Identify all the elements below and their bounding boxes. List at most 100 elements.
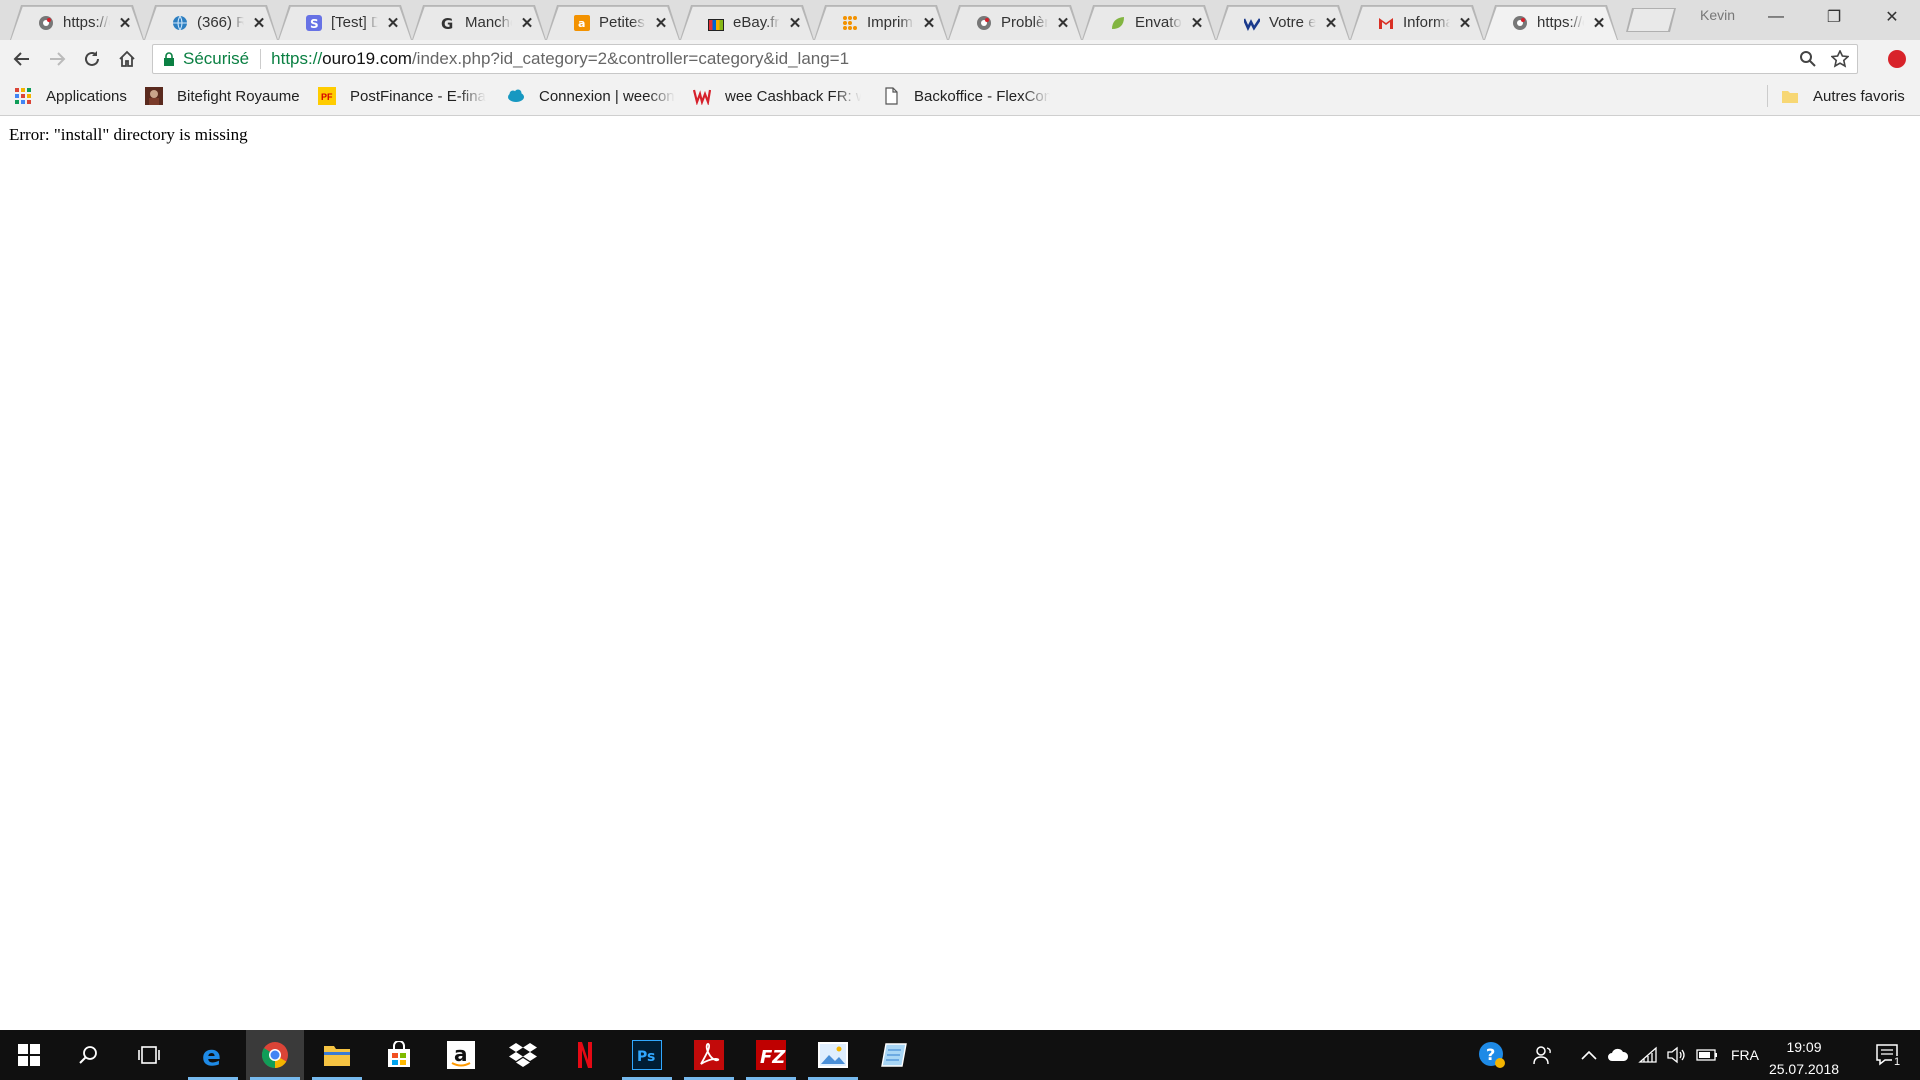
home-icon [119, 50, 135, 67]
clock-date: 25.07.2018 [1768, 1061, 1840, 1077]
browser-tab[interactable]: a Petites annonces ✕ [546, 5, 680, 40]
search-icon [79, 1046, 97, 1064]
browser-tab[interactable]: (366) Route ✕ [144, 5, 278, 40]
bookmark-star-icon[interactable] [1831, 50, 1849, 68]
tab-title: Informations [1403, 14, 1450, 31]
people-button[interactable] [1528, 1030, 1558, 1080]
browser-tab[interactable]: https://ouro19.com ✕ [10, 5, 144, 40]
edge-icon: e [202, 1041, 221, 1069]
store-app[interactable] [370, 1030, 428, 1080]
other-bookmarks-label: Autres favoris [1813, 87, 1905, 105]
back-button[interactable] [11, 48, 33, 70]
tab-close-icon[interactable]: ✕ [1056, 15, 1070, 32]
browser-toolbar: Sécurisé https://ouro19.com/index.php?id… [0, 40, 1920, 77]
file-explorer-app[interactable] [308, 1030, 366, 1080]
close-window-button[interactable]: ✕ [1868, 0, 1916, 34]
help-question-icon: ? [1479, 1042, 1505, 1068]
svg-text:PF: PF [321, 92, 333, 102]
minimize-button[interactable]: — [1752, 0, 1800, 34]
tab-close-icon[interactable]: ✕ [118, 15, 132, 32]
tab-strip: https://ouro19.com ✕ (366) Route ✕ S [Test] D… [0, 0, 1920, 40]
bookmark-weeconnect[interactable]: Connexion | weeconnect [507, 86, 675, 106]
task-view-button[interactable] [120, 1030, 178, 1080]
action-center-button[interactable]: 1 [1864, 1030, 1910, 1080]
tab-close-icon[interactable]: ✕ [922, 15, 936, 32]
battery-tray[interactable] [1693, 1030, 1721, 1080]
help-tray-app[interactable]: ? [1474, 1030, 1510, 1080]
dots-favicon-icon [842, 15, 858, 31]
tab-close-icon[interactable]: ✕ [654, 15, 668, 32]
acrobat-app[interactable] [680, 1030, 738, 1080]
url-host: ouro19.com [322, 49, 412, 68]
amazon-app[interactable]: a [432, 1030, 490, 1080]
notes-app[interactable] [866, 1030, 924, 1080]
bookmark-label: PostFinance - E-finance [350, 87, 486, 105]
start-button[interactable] [0, 1030, 58, 1080]
address-bar[interactable]: Sécurisé https://ouro19.com/index.php?id… [152, 44, 1858, 74]
v-favicon-icon [1244, 15, 1260, 31]
photos-app[interactable] [804, 1030, 862, 1080]
network-tray[interactable] [1635, 1030, 1661, 1080]
url-text[interactable]: https://ouro19.com/index.php?id_category… [271, 49, 849, 69]
bookmark-backoffice[interactable]: Backoffice - FlexCom [882, 86, 1050, 106]
tab-close-icon[interactable]: ✕ [520, 15, 534, 32]
bookmark-postfinance[interactable]: PF PostFinance - E-finance [318, 86, 486, 106]
forward-button[interactable] [46, 48, 68, 70]
volume-tray[interactable] [1663, 1030, 1689, 1080]
gmail-favicon-icon [1378, 15, 1394, 31]
filezilla-app[interactable]: FZ [742, 1030, 800, 1080]
show-hidden-icons-button[interactable] [1577, 1030, 1601, 1080]
edge-app[interactable]: e [184, 1030, 242, 1080]
lock-icon [164, 52, 174, 66]
dropbox-app[interactable] [494, 1030, 552, 1080]
browser-tab[interactable]: https://ouro19.com ✕ [1484, 5, 1618, 40]
battery-icon [1696, 1049, 1717, 1061]
tab-close-icon[interactable]: ✕ [1324, 15, 1338, 32]
profile-name[interactable]: Kevin [1700, 7, 1735, 23]
netflix-app[interactable] [556, 1030, 614, 1080]
maximize-button[interactable]: ❐ [1810, 0, 1858, 34]
browser-tab[interactable]: Imprimerie ✕ [814, 5, 948, 40]
tab-close-icon[interactable]: ✕ [1592, 15, 1606, 32]
bookmark-label: Bitefight Royaume [177, 87, 300, 105]
chrome-app[interactable] [246, 1030, 304, 1080]
tab-close-icon[interactable]: ✕ [788, 15, 802, 32]
volume-icon [1667, 1046, 1685, 1064]
input-language[interactable]: FRA [1726, 1030, 1764, 1080]
home-button[interactable] [116, 48, 138, 70]
zoom-search-icon[interactable] [1799, 50, 1817, 68]
onedrive-tray[interactable] [1604, 1030, 1632, 1080]
browser-tab[interactable]: S [Test] Dashboard ✕ [278, 5, 412, 40]
new-tab-button[interactable] [1628, 9, 1674, 31]
photoshop-app[interactable]: Ps [618, 1030, 676, 1080]
reload-button[interactable] [81, 48, 103, 70]
forward-arrow-icon [50, 52, 66, 66]
tab-close-icon[interactable]: ✕ [1190, 15, 1204, 32]
browser-tab[interactable]: eBay.fr - Achat ✕ [680, 5, 814, 40]
tab-close-icon[interactable]: ✕ [1458, 15, 1472, 32]
browser-tab[interactable]: Problème ✕ [948, 5, 1082, 40]
bookmark-bitefight[interactable]: Bitefight Royaume [145, 86, 300, 106]
globe-favicon-icon [172, 15, 188, 31]
amazon-icon: a [447, 1041, 475, 1069]
bookmark-wee-cashback[interactable]: wee Cashback FR: wee [693, 86, 861, 106]
folder-icon [324, 1046, 350, 1066]
tab-close-icon[interactable]: ✕ [252, 15, 266, 32]
search-button[interactable] [60, 1030, 118, 1080]
security-label[interactable]: Sécurisé [183, 49, 249, 69]
bookmarks-bar: Applications Bitefight Royaume PF PostFi… [0, 77, 1920, 116]
clock-time: 19:09 [1786, 1039, 1822, 1055]
browser-tab[interactable]: Votre espace ✕ [1216, 5, 1350, 40]
svg-text:G: G [441, 15, 453, 31]
windows-logo-icon [18, 1044, 40, 1066]
other-bookmarks-folder[interactable]: Autres favoris [1781, 86, 1905, 106]
tab-close-icon[interactable]: ✕ [386, 15, 400, 32]
browser-tab[interactable]: G Manchettes ✕ [412, 5, 546, 40]
clock[interactable]: 19:09 25.07.2018 [1762, 1036, 1846, 1080]
bookmark-applications[interactable]: Applications [14, 86, 127, 106]
browser-tab[interactable]: Envato Account ✕ [1082, 5, 1216, 40]
extension-icon[interactable] [1888, 50, 1906, 68]
notification-count: 1 [1892, 1056, 1903, 1068]
browser-tab[interactable]: Informations ✕ [1350, 5, 1484, 40]
tab-title: Envato Account [1135, 14, 1182, 31]
